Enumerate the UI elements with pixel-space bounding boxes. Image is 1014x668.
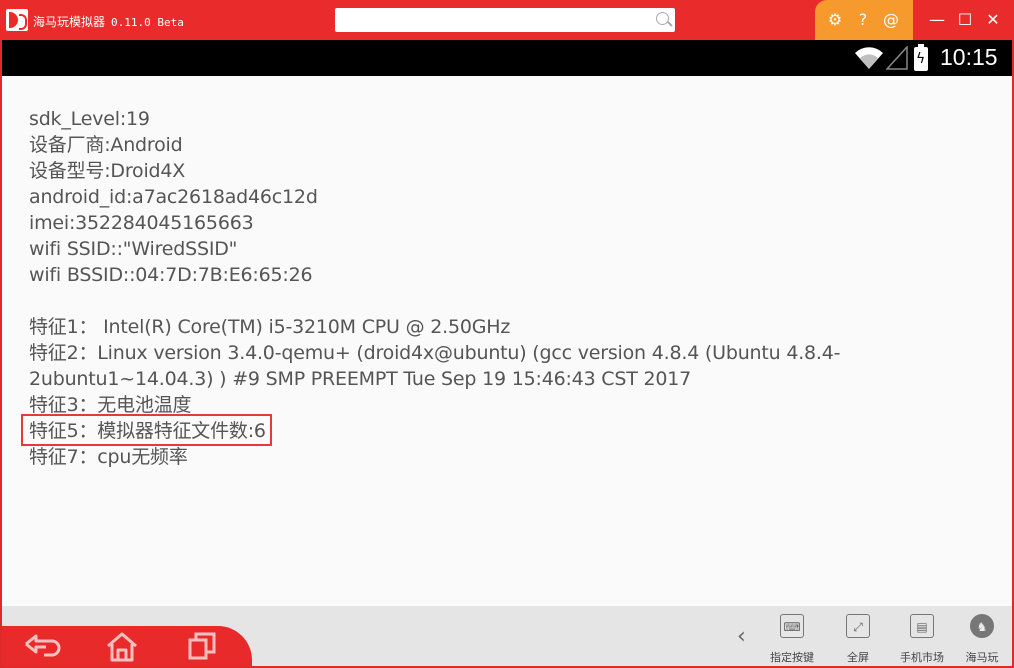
haima-label: 海马玩	[965, 651, 999, 664]
feature-line: 特征7：cpu无频率	[29, 446, 188, 468]
feature-line: 特征1： Intel(R) Core(TM) i5-3210M CPU @ 2.…	[29, 316, 511, 338]
at-icon[interactable]: @	[881, 10, 901, 30]
home-icon[interactable]	[102, 630, 142, 662]
keymap-label: 指定按键	[770, 651, 814, 664]
info-line: android_id:a7ac2618ad46c12d	[29, 186, 318, 208]
market-label: 手机市场	[900, 651, 944, 664]
info-line: sdk_Level:19	[29, 108, 150, 130]
close-button[interactable]: ✕	[982, 10, 1004, 30]
search-icon[interactable]	[656, 12, 669, 25]
highlight-box: 特征5：模拟器特征文件数:6	[21, 414, 272, 446]
help-icon[interactable]: ?	[853, 10, 873, 30]
chevron-left-icon[interactable]: ‹	[737, 624, 746, 649]
info-line: wifi SSID::"WiredSSID"	[29, 238, 238, 260]
battery-icon: ϟ	[914, 44, 928, 71]
wifi-icon	[855, 47, 883, 69]
signal-icon	[886, 46, 908, 70]
gear-icon[interactable]: ⚙	[825, 10, 845, 30]
info-line: 设备厂商:Android	[29, 134, 183, 156]
search-input[interactable]	[335, 8, 675, 32]
app-content: sdk_Level:19 设备厂商:Android 设备型号:Droid4X a…	[2, 76, 1012, 606]
fullscreen-button[interactable]: ⤢ 全屏	[828, 606, 888, 666]
android-nav-tab	[2, 626, 252, 666]
haima-button[interactable]: ♞ 海马玩	[952, 606, 1012, 666]
android-status-bar: ϟ 10:15	[2, 40, 1012, 76]
market-button[interactable]: ▤ 手机市场	[892, 606, 952, 666]
fullscreen-label: 全屏	[847, 651, 869, 664]
feature-line-highlighted: 特征5：模拟器特征文件数:6	[21, 414, 849, 446]
back-icon[interactable]	[22, 630, 62, 662]
keymap-button[interactable]: ⌨ 指定按键	[762, 606, 822, 666]
bottom-toolbar: ‹ ⌨ 指定按键 ⤢ 全屏 ▤ 手机市场 ♞ 海马玩	[2, 606, 1012, 666]
market-icon: ▤	[910, 614, 934, 638]
info-line: wifi BSSID::04:7D:7B:E6:65:26	[29, 264, 313, 286]
fullscreen-icon: ⤢	[846, 614, 870, 638]
title-bar: 海马玩模拟器 0.11.0 Beta ⚙ ? @ — ☐ ✕	[0, 0, 1014, 40]
info-line: 设备型号:Droid4X	[29, 160, 186, 182]
title-tools-panel: ⚙ ? @	[815, 0, 913, 40]
app-title: 海马玩模拟器 0.11.0 Beta	[33, 13, 184, 30]
keyboard-icon: ⌨	[780, 614, 804, 638]
device-info-text: sdk_Level:19 设备厂商:Android 设备型号:Droid4X a…	[21, 106, 849, 470]
app-version: 0.11.0 Beta	[111, 16, 184, 29]
maximize-button[interactable]: ☐	[954, 10, 976, 30]
haima-icon: ♞	[970, 614, 994, 638]
recents-icon[interactable]	[182, 630, 222, 662]
app-logo	[6, 9, 28, 31]
feature-line: 特征2：Linux version 3.4.0-qemu+ (droid4x@u…	[29, 342, 841, 390]
minimize-button[interactable]: —	[926, 10, 948, 30]
info-line: imei:352284045165663	[29, 212, 254, 234]
clock: 10:15	[940, 44, 998, 70]
app-name: 海马玩模拟器	[33, 15, 106, 29]
